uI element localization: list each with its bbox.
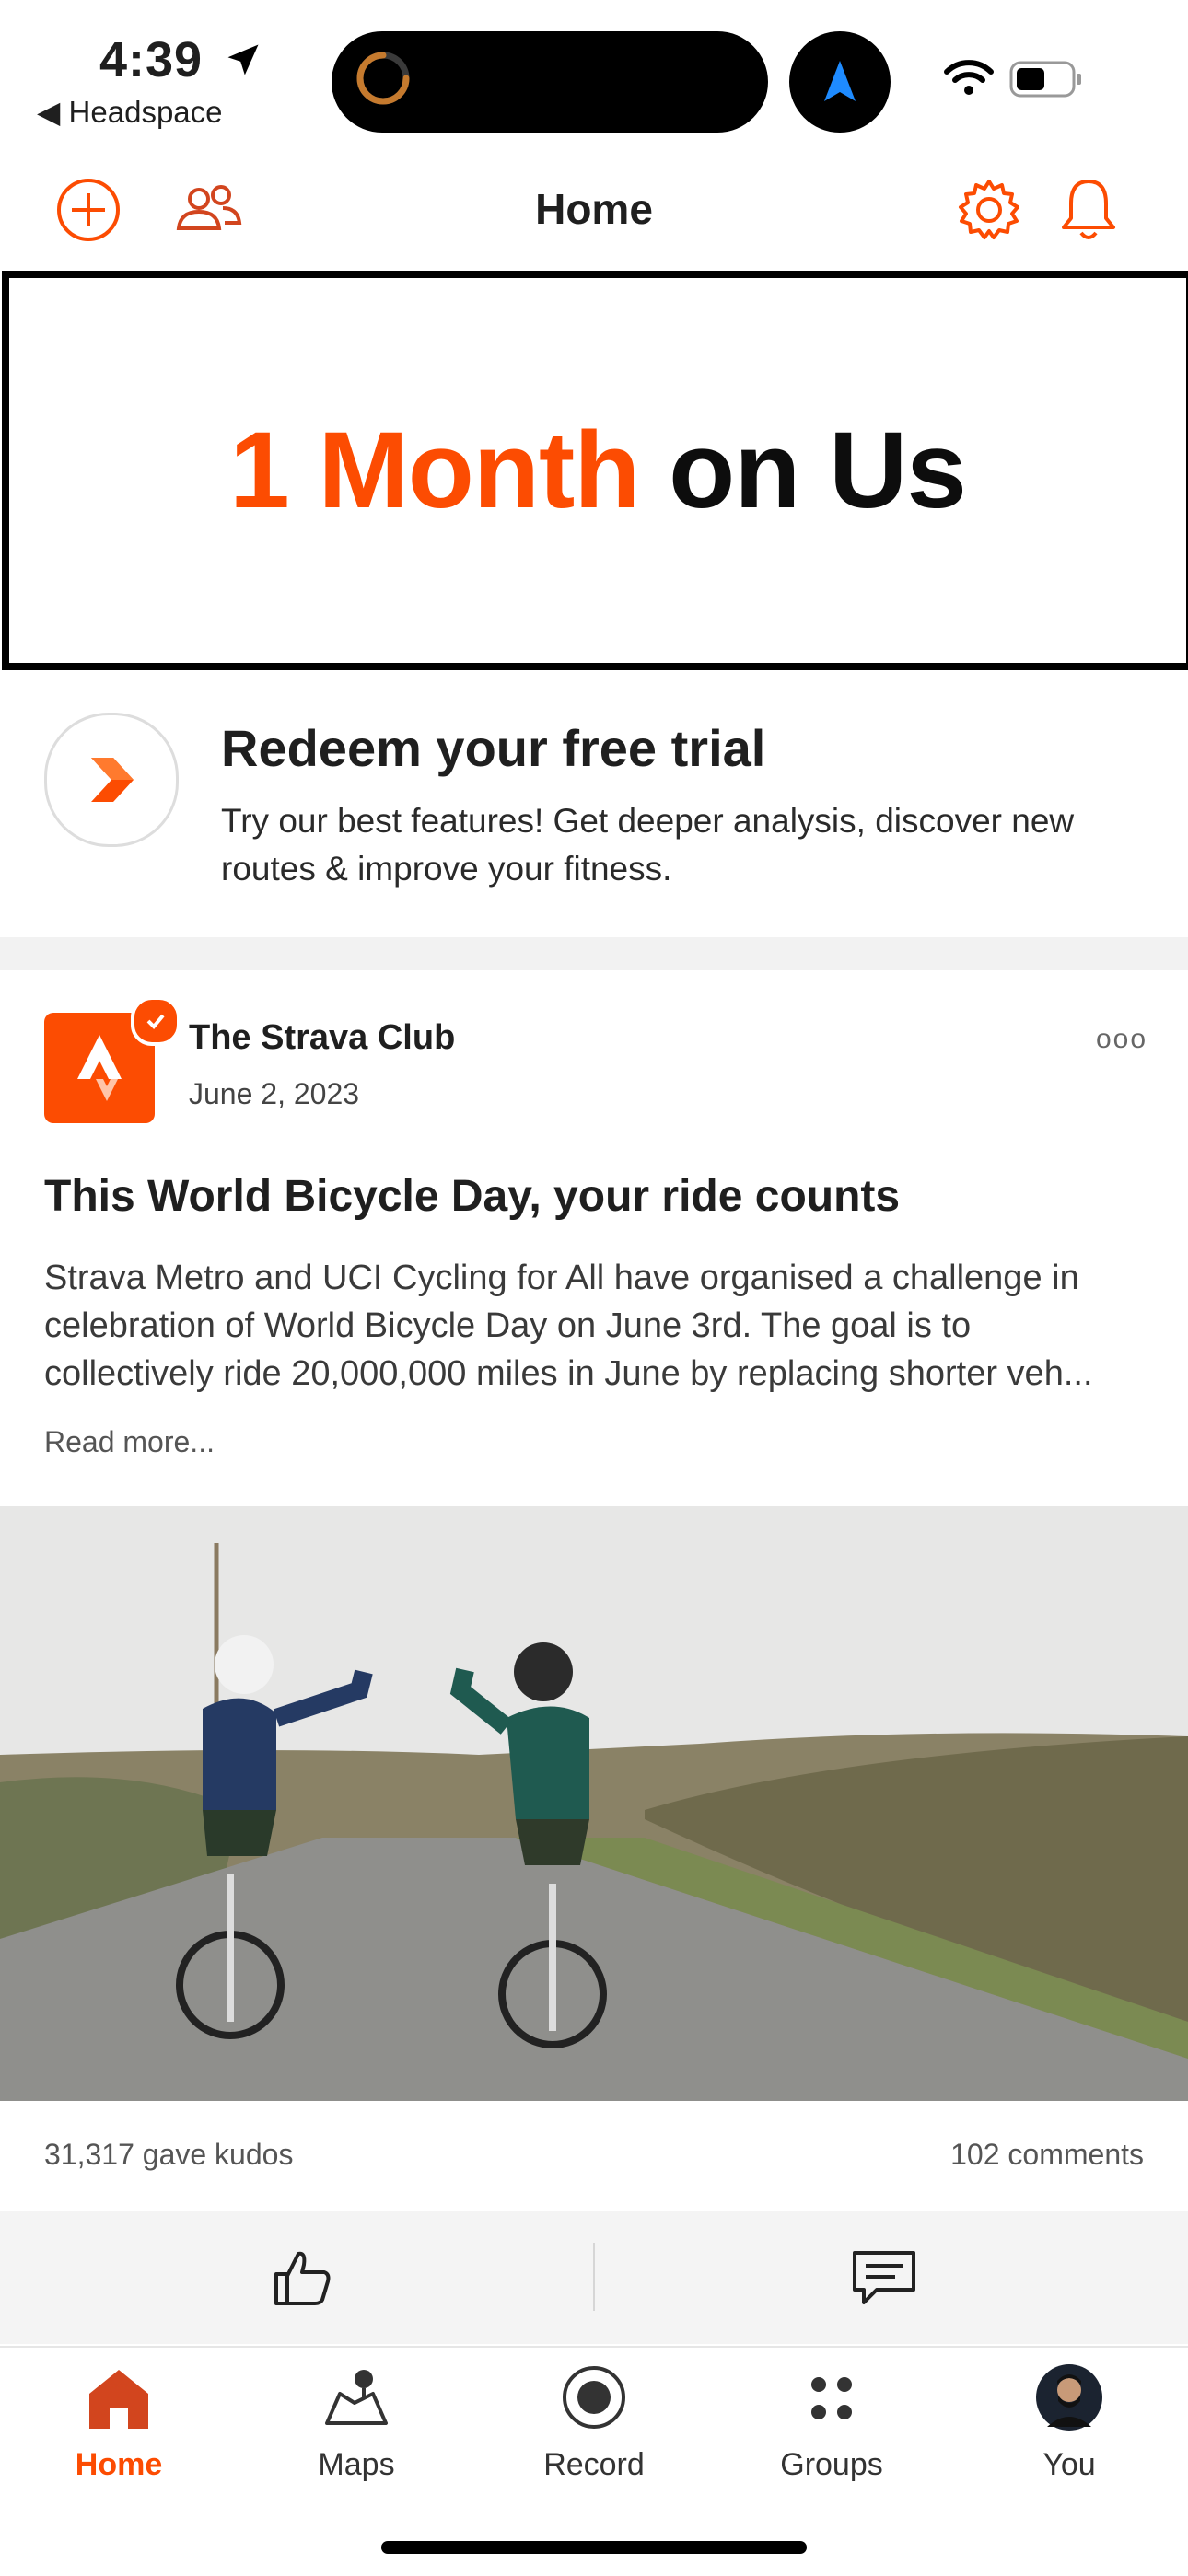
tab-label: You [1042, 2447, 1096, 2482]
tab-label: Maps [318, 2447, 395, 2482]
navigation-indicator [789, 31, 891, 133]
trial-title[interactable]: Redeem your free trial [221, 718, 765, 778]
post-date: June 2, 2023 [189, 1077, 360, 1110]
notifications-button[interactable] [1052, 173, 1125, 247]
comment-icon [853, 2251, 915, 2304]
tab-label: Home [75, 2447, 163, 2482]
tab-record[interactable]: Record [475, 2362, 713, 2491]
home-icon [89, 2370, 148, 2429]
comments-count[interactable]: 102 comments [950, 2138, 1144, 2172]
tab-label: Groups [780, 2447, 883, 2482]
home-indicator[interactable] [381, 2541, 807, 2554]
thumbs-up-icon [274, 2251, 331, 2305]
post-author[interactable]: The Strava Club [189, 1018, 455, 1058]
status-time: 4:39 [99, 31, 263, 88]
groups-icon [811, 2377, 852, 2419]
section-divider [0, 937, 1188, 970]
settings-button[interactable] [952, 173, 1026, 247]
post-body: Strava Metro and UCI Cycling for All hav… [44, 1259, 1093, 1393]
more-options-button[interactable]: ooo [1096, 1024, 1147, 1055]
promo-banner[interactable]: 1 Month on Us [2, 271, 1188, 670]
location-arrow-icon [227, 44, 259, 75]
kudos-count[interactable]: 31,317 gave kudos [44, 2138, 293, 2172]
chevron-right-icon [91, 758, 134, 802]
tab-home[interactable]: Home [0, 2362, 238, 2491]
kudos-button[interactable] [265, 2241, 339, 2315]
avatar [1036, 2364, 1102, 2431]
trial-description: Try our best features! Get deeper analys… [221, 802, 1075, 888]
navigation-arrow-icon [824, 61, 856, 101]
tab-maps[interactable]: Maps [238, 2362, 475, 2491]
gear-icon [959, 180, 1019, 239]
verified-badge [131, 996, 181, 1046]
check-icon [146, 1014, 165, 1029]
comment-button[interactable] [847, 2241, 921, 2315]
record-icon [563, 2366, 625, 2429]
tab-groups[interactable]: Groups [713, 2362, 950, 2491]
activity-spinner-icon [356, 52, 410, 105]
tab-label: Record [543, 2447, 645, 2482]
tab-you[interactable]: You [950, 2362, 1188, 2491]
back-to-app-link[interactable]: ◀ Headspace [37, 94, 223, 130]
map-icon [325, 2370, 388, 2425]
trial-badge[interactable] [44, 713, 179, 847]
post-image[interactable] [0, 1506, 1188, 2101]
promo-headline: 1 Month on Us [229, 410, 967, 531]
post-title[interactable]: This World Bicycle Day, your ride counts [44, 1171, 900, 1222]
battery-icon [1009, 61, 1081, 98]
bell-icon [1062, 180, 1115, 239]
wifi-icon [944, 60, 994, 95]
action-separator [593, 2243, 595, 2311]
read-more-link[interactable]: Read more... [44, 1425, 215, 1459]
